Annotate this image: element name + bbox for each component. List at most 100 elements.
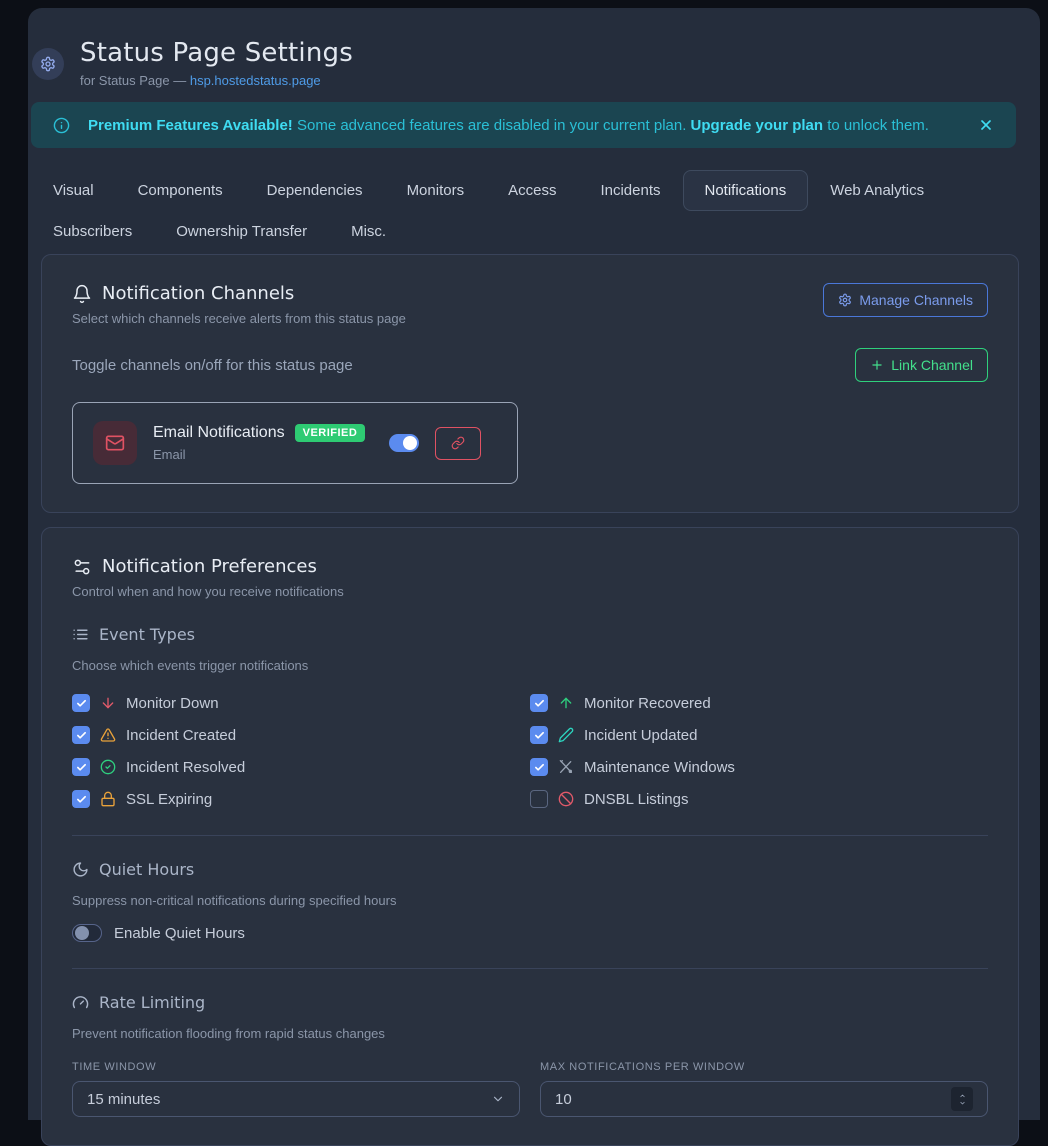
notification-preferences-panel: Notification Preferences Control when an… (41, 527, 1019, 1146)
quiet-hours-description: Suppress non-critical notifications duri… (72, 893, 988, 908)
channel-name: Email Notifications (153, 424, 285, 442)
event-types-grid: Monitor Down Monitor Recovered Incident … (72, 693, 988, 809)
list-icon (72, 626, 89, 643)
banner-body-text: Some advanced features are disabled in y… (293, 117, 691, 134)
event-label: Incident Created (126, 727, 236, 744)
check-icon (76, 698, 87, 709)
moon-icon (72, 861, 89, 878)
bell-icon (72, 284, 92, 304)
status-page-settings-window: Status Page Settings for Status Page — h… (28, 8, 1040, 1120)
max-notifications-label: MAX NOTIFICATIONS PER WINDOW (540, 1061, 988, 1073)
maintenance-windows-checkbox[interactable] (530, 758, 548, 776)
tab-incidents[interactable]: Incidents (578, 170, 682, 211)
page-header: Status Page Settings for Status Page — h… (28, 38, 1040, 88)
monitor-recovered-checkbox[interactable] (530, 694, 548, 712)
email-channel-toggle[interactable] (389, 434, 419, 452)
tab-subscribers[interactable]: Subscribers (31, 211, 154, 252)
check-icon (534, 730, 545, 741)
max-notifications-input[interactable]: 10 (540, 1081, 988, 1117)
chevron-down-icon (491, 1092, 505, 1106)
rate-limiting-heading: Rate Limiting (99, 993, 205, 1012)
page-subtitle: for Status Page — hsp.hostedstatus.page (80, 73, 353, 88)
time-window-select[interactable]: 15 minutes (72, 1081, 520, 1117)
gear-icon (40, 56, 56, 72)
event-label: Incident Resolved (126, 759, 245, 776)
verified-badge: VERIFIED (295, 424, 366, 442)
number-stepper[interactable] (951, 1087, 973, 1111)
channel-type: Email (153, 447, 365, 462)
incident-updated-checkbox[interactable] (530, 726, 548, 744)
monitor-down-checkbox[interactable] (72, 694, 90, 712)
quiet-hours-heading: Quiet Hours (99, 860, 194, 879)
event-dnsbl-listings: DNSBL Listings (530, 789, 988, 809)
gauge-icon (72, 994, 89, 1011)
gear-avatar (32, 48, 64, 80)
check-icon (76, 794, 87, 805)
status-page-link[interactable]: hsp.hostedstatus.page (190, 73, 321, 88)
tab-ownership-transfer[interactable]: Ownership Transfer (154, 211, 329, 252)
preferences-title: Notification Preferences (102, 556, 317, 577)
link-channel-label: Link Channel (891, 357, 973, 373)
arrow-up-icon (558, 695, 574, 711)
tab-visual[interactable]: Visual (31, 170, 116, 211)
sliders-icon (72, 557, 92, 577)
incident-resolved-checkbox[interactable] (72, 758, 90, 776)
section-divider (72, 968, 988, 969)
tab-components[interactable]: Components (116, 170, 245, 211)
gear-icon (838, 293, 852, 307)
stepper-up-icon (958, 1093, 967, 1099)
upgrade-plan-link[interactable]: Upgrade your plan (691, 117, 824, 134)
time-window-label: TIME WINDOW (72, 1061, 520, 1073)
toggle-knob (403, 436, 417, 450)
event-maintenance-windows: Maintenance Windows (530, 757, 988, 777)
event-incident-created: Incident Created (72, 725, 530, 745)
unlink-channel-button[interactable] (435, 427, 481, 460)
event-label: DNSBL Listings (584, 791, 689, 808)
event-label: Monitor Down (126, 695, 219, 712)
check-icon (76, 730, 87, 741)
rate-limiting-description: Prevent notification flooding from rapid… (72, 1026, 988, 1041)
incident-created-checkbox[interactable] (72, 726, 90, 744)
tab-misc[interactable]: Misc. (329, 211, 408, 252)
quiet-hours-toggle-label: Enable Quiet Hours (114, 925, 245, 942)
alert-triangle-icon (100, 727, 116, 743)
banner-suffix-text: to unlock them. (823, 117, 929, 134)
event-types-heading: Event Types (99, 625, 195, 644)
tab-notifications[interactable]: Notifications (683, 170, 809, 211)
event-monitor-recovered: Monitor Recovered (530, 693, 988, 713)
page-title: Status Page Settings (80, 38, 353, 68)
manage-channels-button[interactable]: Manage Channels (823, 283, 988, 317)
tools-icon (558, 759, 574, 775)
tab-monitors[interactable]: Monitors (385, 170, 487, 211)
dnsbl-listings-checkbox[interactable] (530, 790, 548, 808)
check-icon (534, 762, 545, 773)
plus-icon (870, 358, 884, 372)
premium-banner: Premium Features Available! Some advance… (31, 102, 1016, 148)
pencil-icon (558, 727, 574, 743)
tab-access[interactable]: Access (486, 170, 578, 211)
section-divider (72, 835, 988, 836)
preferences-subtitle: Control when and how you receive notific… (72, 584, 988, 599)
banner-close-button[interactable] (978, 117, 994, 133)
enable-quiet-hours-toggle[interactable] (72, 924, 102, 942)
ssl-expiring-checkbox[interactable] (72, 790, 90, 808)
event-label: Monitor Recovered (584, 695, 711, 712)
lock-icon (100, 791, 116, 807)
tab-dependencies[interactable]: Dependencies (245, 170, 385, 211)
tab-web-analytics[interactable]: Web Analytics (808, 170, 946, 211)
time-window-value: 15 minutes (87, 1091, 491, 1108)
link-channel-button[interactable]: Link Channel (855, 348, 988, 382)
ban-icon (558, 791, 574, 807)
toggle-knob (75, 926, 89, 940)
channels-title: Notification Channels (102, 283, 294, 304)
mail-icon (105, 433, 125, 453)
settings-tabs: Visual Components Dependencies Monitors … (31, 170, 1016, 252)
event-label: Incident Updated (584, 727, 697, 744)
close-icon (978, 117, 994, 133)
link-icon (451, 436, 465, 450)
check-icon (76, 762, 87, 773)
event-types-description: Choose which events trigger notification… (72, 658, 988, 673)
event-incident-updated: Incident Updated (530, 725, 988, 745)
arrow-down-icon (100, 695, 116, 711)
channels-subtitle: Select which channels receive alerts fro… (72, 311, 406, 326)
